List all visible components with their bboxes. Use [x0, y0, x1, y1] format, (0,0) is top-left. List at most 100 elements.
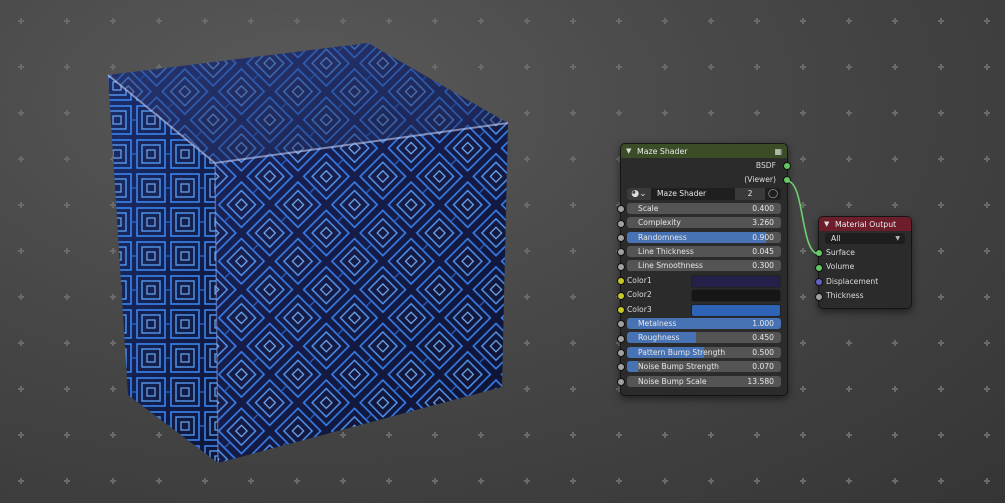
- param-slider[interactable]: Roughness 0.450: [627, 332, 781, 344]
- displacement-socket[interactable]: [815, 278, 823, 287]
- grid-cross: [708, 64, 714, 70]
- target-dropdown[interactable]: All ▼: [825, 232, 905, 244]
- input-socket[interactable]: [617, 363, 625, 372]
- param-slider[interactable]: Metalness 1.000: [627, 317, 781, 329]
- input-socket[interactable]: [617, 262, 625, 271]
- grid-cross: [616, 18, 622, 24]
- grid-cross: [18, 18, 24, 24]
- grid-cross: [386, 18, 392, 24]
- grid-cross: [18, 432, 24, 438]
- grid-cross: [754, 432, 760, 438]
- grid-cross: [662, 478, 668, 484]
- param-slider[interactable]: Line Smoothness 0.300: [627, 260, 781, 272]
- grid-cross: [64, 340, 70, 346]
- grid-cross: [800, 110, 806, 116]
- input-socket[interactable]: [617, 205, 625, 214]
- param-slider[interactable]: Noise Bump Scale 13.580: [627, 375, 781, 387]
- input-socket[interactable]: [617, 334, 625, 343]
- grid-cross: [938, 294, 944, 300]
- grid-cross: [846, 386, 852, 392]
- param-slider[interactable]: Noise Bump Strength 0.070: [627, 361, 781, 373]
- grid-cross: [340, 478, 346, 484]
- param-value: 3.260: [752, 218, 774, 228]
- node-group-selector[interactable]: ◕⌄ Maze Shader 2 ◯: [627, 187, 781, 200]
- grid-cross: [708, 18, 714, 24]
- grid-cross: [570, 478, 576, 484]
- grid-cross: [18, 386, 24, 392]
- input-socket[interactable]: [617, 349, 625, 358]
- grid-cross: [18, 156, 24, 162]
- material-output-node[interactable]: ▼ Material Output All ▼ Surface Volume Dis…: [815, 216, 912, 309]
- output-label: BSDF: [755, 160, 776, 170]
- collapse-chevron-icon[interactable]: ▼: [626, 147, 634, 155]
- collapse-chevron-icon[interactable]: ▼: [824, 220, 832, 228]
- input-socket[interactable]: [617, 233, 625, 242]
- grid-cross: [984, 294, 990, 300]
- node-group-icon[interactable]: ▦: [774, 147, 782, 156]
- color-socket[interactable]: [617, 305, 625, 314]
- surface-socket[interactable]: [815, 249, 823, 258]
- grid-cross: [64, 478, 70, 484]
- param-label: Scale: [638, 203, 659, 213]
- param-value: 0.900: [752, 232, 774, 242]
- color-row: Color1: [617, 273, 787, 288]
- param-row: Line Smoothness 0.300: [617, 259, 787, 273]
- grid-cross: [64, 202, 70, 208]
- user-count[interactable]: 2: [735, 187, 765, 200]
- color-label: Color3: [627, 304, 652, 314]
- grid-cross: [708, 110, 714, 116]
- node-header[interactable]: ▼ Material Output: [819, 217, 911, 231]
- param-slider[interactable]: Randomness 0.900: [627, 231, 781, 243]
- node-group-row: ◕⌄ Maze Shader 2 ◯: [621, 187, 787, 201]
- material-preview-cube: [107, 43, 509, 464]
- color-swatch[interactable]: [691, 303, 781, 317]
- output-socket[interactable]: [783, 176, 791, 185]
- input-socket[interactable]: [617, 377, 625, 386]
- param-slider[interactable]: Complexity 3.260: [627, 217, 781, 229]
- thickness-socket[interactable]: [815, 292, 823, 301]
- param-value: 0.300: [752, 261, 774, 271]
- grid-cross: [616, 110, 622, 116]
- param-slider[interactable]: Scale 0.400: [627, 202, 781, 214]
- grid-cross: [800, 478, 806, 484]
- node-title: Material Output: [835, 219, 897, 229]
- grid-cross: [754, 110, 760, 116]
- color-swatch[interactable]: [691, 289, 781, 303]
- grid-cross: [64, 248, 70, 254]
- param-label: Noise Bump Scale: [638, 376, 707, 386]
- input-socket[interactable]: [617, 219, 625, 228]
- node-tree-icon[interactable]: ◕⌄: [627, 187, 651, 200]
- param-row: Complexity 3.260: [617, 216, 787, 230]
- input-socket[interactable]: [617, 248, 625, 257]
- grid-cross: [938, 110, 944, 116]
- param-row: Randomness 0.900: [617, 230, 787, 244]
- grid-cross: [800, 248, 806, 254]
- output-label: (Viewer): [744, 175, 776, 185]
- grid-cross: [800, 294, 806, 300]
- volume-socket[interactable]: [815, 263, 823, 272]
- output-row: (Viewer): [621, 172, 791, 186]
- param-value: 1.000: [752, 318, 774, 328]
- input-socket[interactable]: [617, 320, 625, 329]
- grid-cross: [524, 18, 530, 24]
- color-swatch[interactable]: [691, 274, 781, 288]
- grid-cross: [570, 432, 576, 438]
- grid-cross: [662, 18, 668, 24]
- node-header[interactable]: ▼ Maze Shader ▦: [621, 144, 787, 158]
- param-slider[interactable]: Pattern Bump Strength 0.500: [627, 346, 781, 358]
- maze-shader-node[interactable]: ▼ Maze Shader ▦ BSDF (Viewer) ◕⌄ Maze Shade…: [617, 143, 791, 396]
- grid-cross: [984, 248, 990, 254]
- fake-user-shield-icon[interactable]: ◯: [765, 188, 781, 200]
- grid-cross: [18, 64, 24, 70]
- grid-cross: [846, 340, 852, 346]
- node-group-name[interactable]: Maze Shader: [651, 189, 735, 198]
- grid-cross: [156, 478, 162, 484]
- param-slider[interactable]: Line Thickness 0.045: [627, 246, 781, 258]
- grid-cross: [524, 432, 530, 438]
- param-value: 0.045: [752, 247, 774, 257]
- color-socket[interactable]: [617, 277, 625, 286]
- grid-cross: [662, 110, 668, 116]
- link-viewer-to-surface[interactable]: [786, 180, 820, 255]
- color-socket[interactable]: [617, 291, 625, 300]
- output-socket[interactable]: [783, 162, 791, 170]
